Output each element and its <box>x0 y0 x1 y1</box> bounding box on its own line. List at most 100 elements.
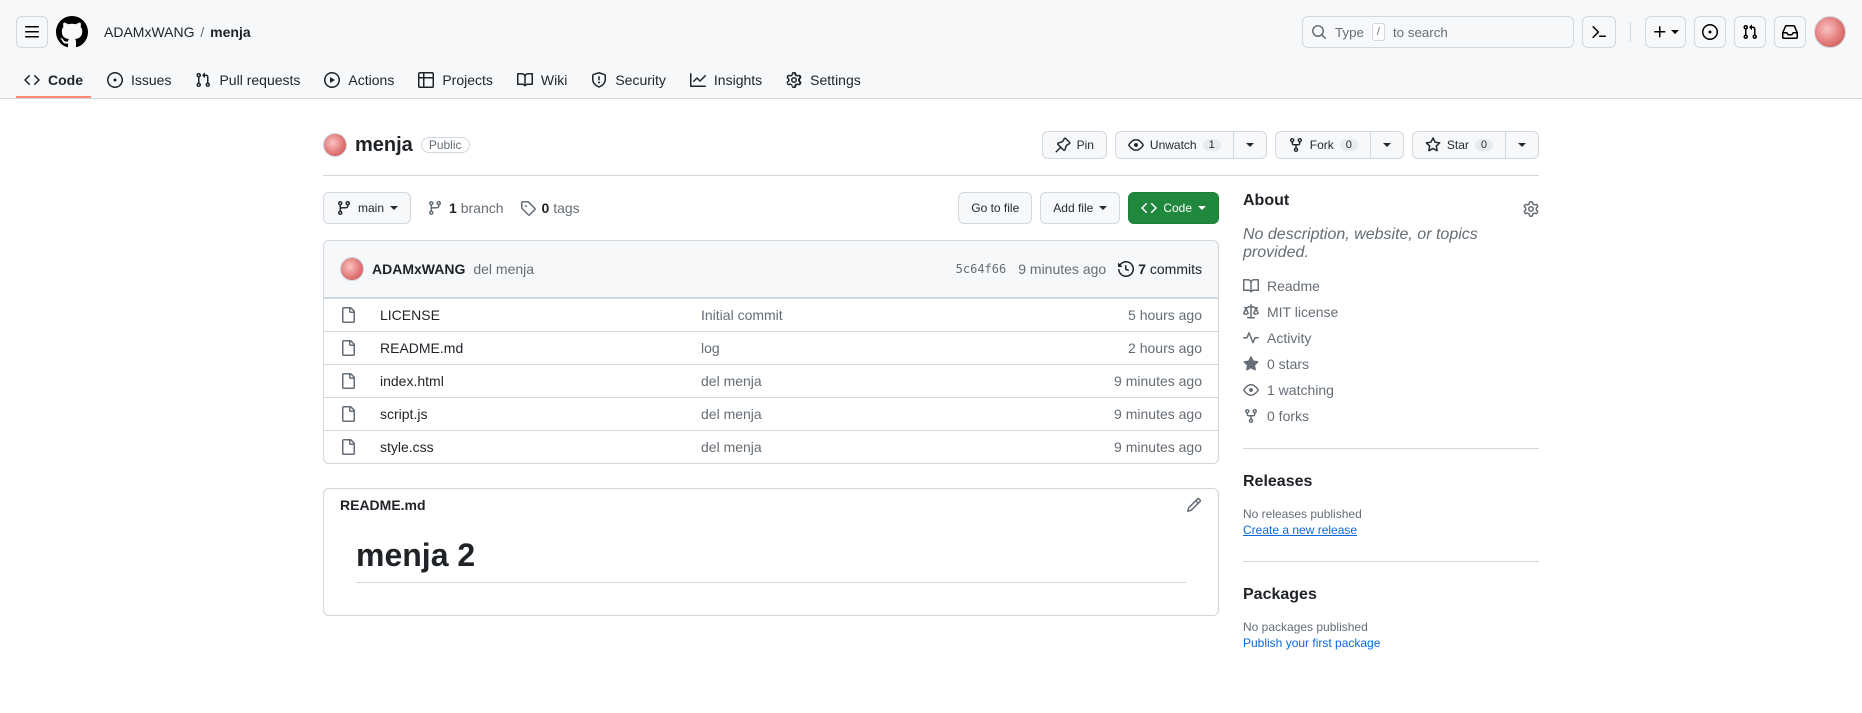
fork-button[interactable]: Fork 0 <box>1275 131 1371 159</box>
file-commit-msg[interactable]: log <box>701 340 1022 356</box>
tab-security[interactable]: Security <box>583 64 674 98</box>
commit-author-avatar[interactable] <box>340 257 364 281</box>
file-nav: main 1 branch 0 tags Go to file Add file <box>323 192 1219 224</box>
shield-icon <box>591 72 607 88</box>
file-row: index.htmldel menja9 minutes ago <box>324 364 1218 397</box>
chevron-down-icon <box>390 206 398 210</box>
issue-opened-icon <box>1702 24 1718 40</box>
github-logo[interactable] <box>56 16 88 48</box>
pin-button[interactable]: Pin <box>1042 131 1107 159</box>
command-palette-icon <box>1591 24 1607 40</box>
releases-title: Releases <box>1243 473 1539 491</box>
file-row: style.cssdel menja9 minutes ago <box>324 430 1218 463</box>
gear-icon <box>786 72 802 88</box>
eye-icon <box>1243 382 1259 398</box>
file-row: LICENSEInitial commit5 hours ago <box>324 298 1218 331</box>
tags-link[interactable]: 0 tags <box>520 200 580 216</box>
three-bars-icon <box>24 24 40 40</box>
issue-opened-icon <box>107 72 123 88</box>
history-icon <box>1118 261 1134 277</box>
chevron-down-icon <box>1518 143 1526 147</box>
git-branch-icon <box>336 200 352 216</box>
file-name[interactable]: style.css <box>380 439 701 455</box>
breadcrumb: ADAMxWANG / menja <box>104 24 251 40</box>
releases-none: No releases published <box>1243 507 1539 521</box>
repo-title[interactable]: menja <box>355 134 413 157</box>
file-commit-msg[interactable]: del menja <box>701 373 1022 389</box>
code-icon <box>1141 200 1157 216</box>
notifications-button[interactable] <box>1774 16 1806 48</box>
about-readme-link[interactable]: Readme <box>1243 278 1539 294</box>
create-release-link[interactable]: Create a new release <box>1243 523 1357 537</box>
file-name[interactable]: README.md <box>380 340 701 356</box>
unwatch-button[interactable]: Unwatch 1 <box>1115 131 1234 159</box>
tab-settings[interactable]: Settings <box>778 64 869 98</box>
file-commit-msg[interactable]: Initial commit <box>701 307 1022 323</box>
command-palette-button[interactable] <box>1582 16 1616 48</box>
chevron-down-icon <box>1246 143 1254 147</box>
code-download-button[interactable]: Code <box>1128 192 1219 224</box>
commit-time[interactable]: 9 minutes ago <box>1018 261 1106 277</box>
repo-avatar <box>323 133 347 157</box>
search-input[interactable]: Type / to search <box>1302 16 1574 48</box>
user-avatar[interactable] <box>1814 16 1846 48</box>
inbox-icon <box>1782 24 1798 40</box>
edit-about-button[interactable] <box>1523 201 1539 217</box>
commit-message[interactable]: del menja <box>473 261 534 277</box>
packages-none: No packages published <box>1243 620 1539 634</box>
goto-file-button[interactable]: Go to file <box>958 192 1032 224</box>
latest-commit-box: ADAMxWANG del menja 5c64f66 9 minutes ag… <box>323 240 1219 298</box>
tab-wiki[interactable]: Wiki <box>509 64 575 98</box>
tab-code[interactable]: Code <box>16 64 91 98</box>
repo-nav: Code Issues Pull requests Actions Projec… <box>0 64 1862 99</box>
about-description: No description, website, or topics provi… <box>1243 226 1539 262</box>
file-icon <box>340 340 356 356</box>
tab-actions[interactable]: Actions <box>316 64 402 98</box>
about-watching-link[interactable]: 1 watching <box>1243 382 1539 398</box>
fork-dropdown[interactable] <box>1370 131 1404 159</box>
hamburger-button[interactable] <box>16 16 48 48</box>
readme-filename[interactable]: README.md <box>340 497 426 513</box>
commit-sha[interactable]: 5c64f66 <box>956 262 1007 276</box>
file-row: README.mdlog2 hours ago <box>324 331 1218 364</box>
create-new-button[interactable] <box>1645 16 1686 48</box>
publish-package-link[interactable]: Publish your first package <box>1243 636 1380 650</box>
pulse-icon <box>1243 330 1259 346</box>
pull-requests-button[interactable] <box>1734 16 1766 48</box>
git-branch-icon <box>427 200 443 216</box>
tab-insights[interactable]: Insights <box>682 64 770 98</box>
file-icon <box>340 307 356 323</box>
unwatch-dropdown[interactable] <box>1233 131 1267 159</box>
breadcrumb-owner[interactable]: ADAMxWANG <box>104 24 194 40</box>
file-commit-msg[interactable]: del menja <box>701 406 1022 422</box>
search-placeholder-post: to search <box>1393 25 1448 40</box>
file-name[interactable]: index.html <box>380 373 701 389</box>
tab-pulls[interactable]: Pull requests <box>187 64 308 98</box>
file-name[interactable]: LICENSE <box>380 307 701 323</box>
about-forks-link[interactable]: 0 forks <box>1243 408 1539 424</box>
file-name[interactable]: script.js <box>380 406 701 422</box>
star-dropdown[interactable] <box>1505 131 1539 159</box>
about-license-link[interactable]: MIT license <box>1243 304 1539 320</box>
commit-author[interactable]: ADAMxWANG <box>372 261 465 277</box>
star-count: 0 <box>1475 139 1493 151</box>
add-file-button[interactable]: Add file <box>1040 192 1120 224</box>
edit-readme-button[interactable] <box>1186 497 1202 513</box>
pencil-icon <box>1186 497 1202 513</box>
about-activity-link[interactable]: Activity <box>1243 330 1539 346</box>
star-icon <box>1243 356 1259 372</box>
file-row: script.jsdel menja9 minutes ago <box>324 397 1218 430</box>
about-stars-link[interactable]: 0 stars <box>1243 356 1539 372</box>
branches-link[interactable]: 1 branch <box>427 200 504 216</box>
branch-switcher[interactable]: main <box>323 192 411 224</box>
file-commit-msg[interactable]: del menja <box>701 439 1022 455</box>
tab-projects[interactable]: Projects <box>410 64 501 98</box>
commits-link[interactable]: 7 commits <box>1118 261 1202 277</box>
gear-icon <box>1523 201 1539 217</box>
issues-button[interactable] <box>1694 16 1726 48</box>
star-button[interactable]: Star 0 <box>1412 131 1506 159</box>
breadcrumb-repo[interactable]: menja <box>210 24 250 40</box>
tab-issues[interactable]: Issues <box>99 64 179 98</box>
packages-title: Packages <box>1243 586 1539 604</box>
git-pull-request-icon <box>195 72 211 88</box>
